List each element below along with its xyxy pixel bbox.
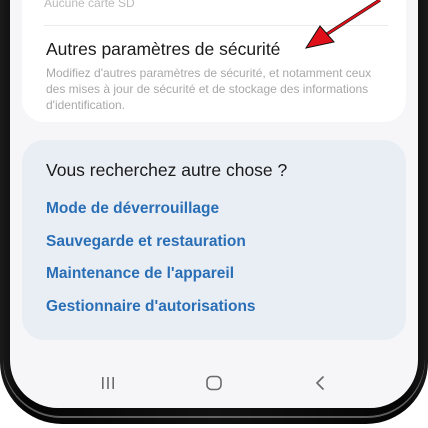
back-icon (316, 376, 324, 390)
looking-for-something-else-card: Vous recherchez autre chose ? Mode de dé… (22, 140, 406, 340)
link-device-maintenance[interactable]: Maintenance de l'appareil (46, 265, 234, 283)
setting-title: Autres paramètres de sécurité (46, 39, 281, 59)
home-button[interactable] (194, 366, 234, 400)
sd-card-status: Aucune carte SD (44, 0, 135, 10)
setting-description: Modifiez d'autres paramètres de sécurité… (46, 66, 372, 112)
link-unlock-mode[interactable]: Mode de déverrouillage (46, 200, 219, 218)
screenshot: Aucune carte SD Autres paramètres de séc… (0, 0, 428, 428)
card-title: Vous recherchez autre chose ? (46, 160, 288, 180)
home-icon (206, 375, 222, 391)
link-backup-restore[interactable]: Sauvegarde et restauration (46, 233, 246, 251)
link-permission-manager[interactable]: Gestionnaire d'autorisations (46, 298, 256, 316)
phone-screen: Aucune carte SD Autres paramètres de séc… (10, 0, 418, 408)
navigation-bar (10, 366, 418, 400)
red-arrow-icon (304, 0, 381, 49)
back-button[interactable] (300, 366, 340, 400)
recents-icon (102, 377, 114, 389)
recents-button[interactable] (88, 366, 128, 400)
